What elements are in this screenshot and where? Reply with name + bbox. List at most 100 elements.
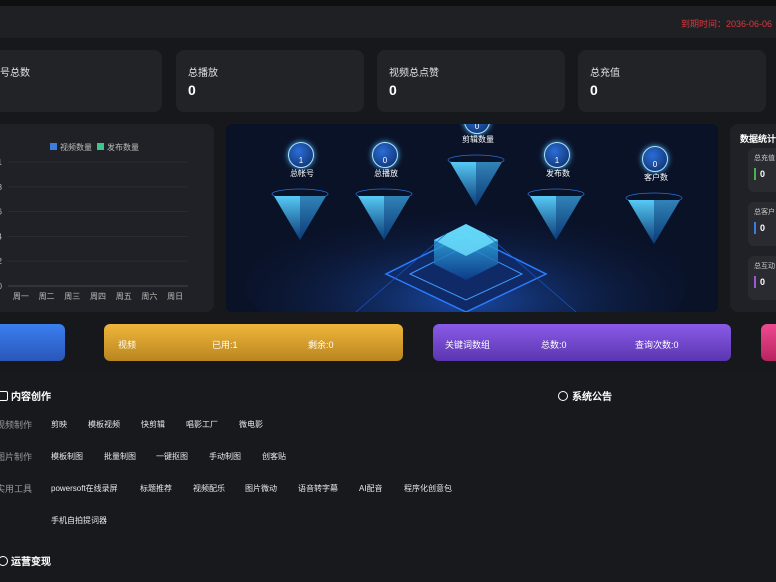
pill-total: 总数:0 [541,340,567,350]
stat-card-likes: 视频总点赞 0 [377,50,565,112]
node-label: 总播放 [374,169,398,178]
tool-teleprompter[interactable]: 手机自拍提词器 [51,515,107,526]
tool-image-motion[interactable]: 图片微动 [245,483,277,494]
pyramid-icon [625,192,683,244]
chart-panel: 视频数量 发布数量 1 8 6 4 2 0 周一 周二周三 周四 周五周六 周日 [0,124,214,312]
pill-queries: 查询次数:0 [635,340,679,350]
row-label-image: 图片制作 [0,452,33,462]
x-tick-label: 周二 [39,292,55,301]
legend-label[interactable]: 发布数量 [107,142,139,152]
side-stats-panel: 数据统计 总充值 0 总客户 0 总互动 0 [730,124,776,312]
side-card-recharge: 总充值 0 [748,148,776,192]
tool-quick-edit[interactable]: 快剪辑 [141,419,165,430]
tool-chuangketie[interactable]: 创客贴 [262,451,286,462]
tool-creative-pack[interactable]: 程序化创意包 [404,483,452,494]
stat-card-plays: 总播放 0 [176,50,364,112]
side-card-interactions: 总互动 0 [748,256,776,300]
node-badge: 0 [642,146,668,172]
data-visual-panel: 1 总帐号 0 总播放 0 剪辑数量 1 发布数 0 客户数 [226,124,718,312]
stat-value: 0 [389,82,397,98]
pyramid-icon [527,188,585,240]
node-label: 总帐号 [290,169,314,178]
tool-batch-image[interactable]: 批量制图 [104,451,136,462]
metric-node: 0 剪辑数量 [446,124,510,218]
row-label-video: 视频制作 [0,420,33,430]
content-section: 内容创作 系统公告 视频制作 图片制作 实用工具 剪映 模板视频 快剪辑 唱影工… [0,374,776,582]
stat-value: 0 [188,82,196,98]
top-bar: 到期时间：2036-06-06 [0,0,776,38]
tool-cutout[interactable]: 一键抠图 [156,451,188,462]
stat-value: 0 [590,82,598,98]
stat-card-accounts: 号总数 [0,50,162,112]
pill-name: 视频 [118,340,137,350]
node-value: 0 [382,156,388,165]
pyramid-icon [447,154,505,206]
node-badge: 1 [288,142,314,168]
notice-icon [558,391,568,401]
stat-label: 视频总点赞 [389,68,439,79]
legend-label[interactable]: 视频数量 [60,142,92,152]
side-card-label: 总客户 [754,209,775,216]
tool-video-music[interactable]: 视频配乐 [193,483,225,494]
node-label: 发布数 [546,169,570,178]
tool-template-image[interactable]: 模板制图 [51,451,83,462]
notice-title: 系统公告 [558,388,612,403]
y-tick-label: 6 [0,208,3,217]
side-card-value: 0 [754,222,765,234]
stat-label: 号总数 [0,68,30,79]
side-card-customers: 总客户 0 [748,202,776,246]
pill-left: 剩余:0 [308,340,334,350]
quota-pill-pink[interactable] [761,324,776,361]
tool-title-recommend[interactable]: 标题推荐 [140,483,172,494]
node-value: 1 [298,156,304,165]
tool-template-video[interactable]: 模板视频 [88,419,120,430]
pyramid-icon [271,188,329,240]
operations-icon [0,556,8,566]
x-tick-label: 周六 [141,291,157,301]
tool-changying[interactable]: 唱影工厂 [186,419,218,430]
node-badge: 0 [372,142,398,168]
quota-pill-keyword[interactable]: 关键词数组 总数:0 查询次数:0 [433,324,731,361]
metric-node: 1 发布数 [526,142,590,252]
x-tick-label: 周五 [116,292,132,301]
y-tick-label: 1 [0,158,3,167]
tool-manual-image[interactable]: 手动制图 [209,451,241,462]
node-value: 1 [554,156,560,165]
row-label-tools: 实用工具 [0,484,33,494]
side-card-value: 0 [754,276,765,288]
y-tick-label: 8 [0,183,3,192]
node-label: 客户数 [644,173,668,182]
apps-icon [0,391,8,401]
stat-label: 总播放 [188,68,218,79]
legend-swatch [97,143,104,150]
tool-speech-to-subtitle[interactable]: 语音转字幕 [298,483,338,494]
x-tick-label: 周一 [13,292,29,301]
tool-ai-voice[interactable]: AI配音 [359,483,383,494]
tool-micro-film[interactable]: 微电影 [239,419,263,430]
node-value: 0 [652,160,658,169]
node-badge: 1 [544,142,570,168]
legend-swatch [50,143,57,150]
node-label: 剪辑数量 [462,135,494,144]
x-tick-label: 周日 [167,292,183,301]
y-tick-label: 2 [0,257,3,266]
x-tick-label: 周四 [90,292,106,301]
expire-date: 到期时间：2036-06-06 [680,19,772,29]
tool-jianying[interactable]: 剪映 [51,419,67,430]
stat-card-recharge: 总充值 0 [578,50,766,112]
tool-screen-record[interactable]: powersoft在线录屏 [51,483,118,494]
pyramid-icon [355,188,413,240]
x-tick-label: 周三 [64,292,80,301]
y-tick-label: 0 [0,282,3,291]
quota-pill-blue[interactable] [0,324,65,361]
quota-pill-video[interactable]: 视频 已用:1 剩余:0 [104,324,403,361]
weekly-chart: 视频数量 发布数量 1 8 6 4 2 0 周一 周二周三 周四 周五周六 周日 [0,142,188,301]
side-card-label: 总充值 [754,155,775,162]
y-tick-label: 4 [0,232,3,241]
side-card-label: 总互动 [754,263,775,270]
metric-node: 0 客户数 [624,146,688,256]
operations-title: 运营变现 [0,553,51,568]
stat-label: 总充值 [590,68,620,79]
pill-name: 关键词数组 [445,340,491,350]
side-title: 数据统计 [740,134,776,144]
